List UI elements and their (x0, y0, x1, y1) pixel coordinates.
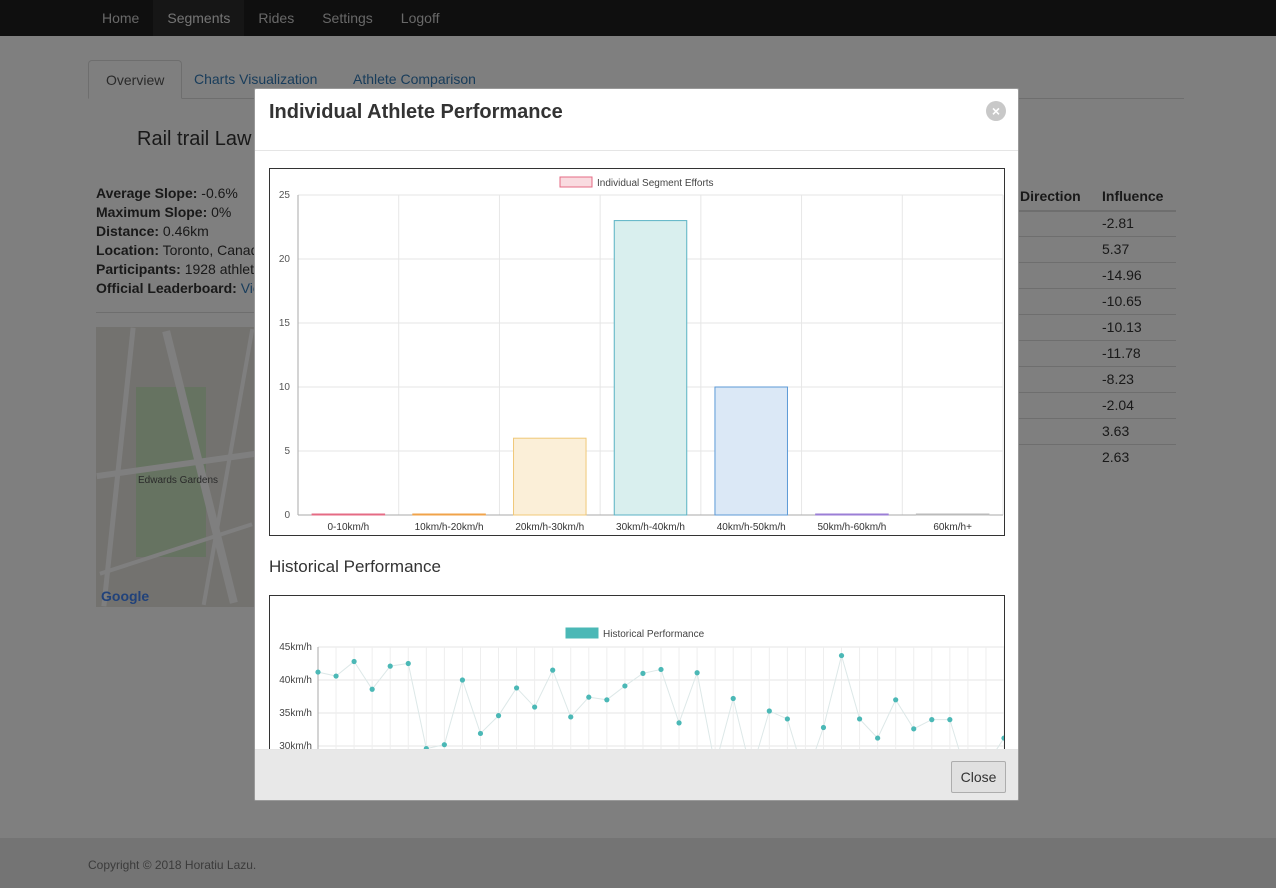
data-point (387, 663, 393, 669)
bar (915, 513, 990, 516)
data-point (911, 726, 917, 732)
data-point (550, 667, 556, 673)
x-tick-label: 30km/h-40km/h (616, 522, 685, 533)
segment-efforts-chart: Individual Segment Efforts 0 5 10 15 20 25 0-10… (269, 168, 1005, 536)
data-point (369, 686, 375, 692)
x-tick-label: 40km/h-50km/h (717, 522, 786, 533)
bar (513, 437, 587, 516)
close-circle-icon[interactable]: × (986, 101, 1006, 121)
y-tick-label: 40km/h (279, 675, 312, 686)
data-point (784, 716, 790, 722)
data-point (568, 714, 574, 720)
data-point (929, 717, 935, 723)
data-point (513, 685, 520, 691)
x-tick-label: 60km/h+ (933, 522, 972, 533)
data-point (351, 658, 357, 665)
bar (613, 220, 688, 516)
data-point (586, 694, 592, 700)
data-point (441, 742, 447, 748)
x-tick-label: 10km/h-20km/h (415, 522, 484, 533)
data-point (1001, 735, 1007, 741)
data-point (622, 683, 628, 689)
y-tick-label: 15 (279, 318, 291, 329)
x-tick-label: 0-10km/h (328, 522, 370, 533)
x-tick-label: 50km/h-60km/h (817, 522, 886, 533)
data-point (405, 660, 411, 667)
data-point (893, 697, 899, 703)
legend-label: Individual Segment Efforts (597, 178, 714, 189)
y-tick-label: 35km/h (279, 708, 312, 719)
bar (311, 513, 386, 516)
y-tick-label: 5 (284, 446, 290, 457)
data-point (658, 666, 664, 673)
y-tick-label: 25 (279, 190, 291, 201)
modal-footer: Close (255, 749, 1018, 800)
athlete-performance-modal: Individual Athlete Performance × Individ… (254, 88, 1019, 801)
data-point (820, 724, 827, 731)
data-point (315, 669, 321, 675)
legend-label: Historical Performance (603, 629, 705, 640)
data-point (333, 673, 339, 679)
data-point (495, 713, 502, 719)
close-button[interactable]: Close (951, 761, 1006, 793)
modal-header: Individual Athlete Performance × (255, 89, 1018, 151)
bar-chart-svg: Individual Segment Efforts 0 5 10 15 20 25 0-10… (279, 176, 1004, 533)
data-point (604, 697, 610, 703)
data-point (640, 670, 646, 676)
data-point (477, 730, 484, 737)
y-tick-label: 30km/h (279, 741, 312, 749)
historical-performance-chart: Historical Performance 30km/h 35km/h 40km/h… (269, 595, 1007, 749)
bar (714, 386, 788, 516)
data-point (532, 704, 538, 710)
data-point (730, 695, 736, 702)
bar (815, 513, 889, 516)
y-tick-label: 0 (284, 510, 290, 521)
data-point (766, 708, 772, 714)
bar (412, 513, 486, 516)
legend-swatch (565, 627, 599, 639)
modal-title: Individual Athlete Performance (269, 101, 563, 123)
data-point (676, 720, 682, 726)
data-point (838, 652, 845, 659)
data-point (875, 735, 881, 741)
data-point (694, 670, 700, 676)
modal-body[interactable]: Individual Segment Efforts 0 5 10 15 20 25 0-10… (255, 152, 1018, 749)
data-point (856, 716, 863, 722)
legend-swatch (559, 176, 593, 188)
line-chart-svg: Historical Performance 30km/h 35km/h 40km/h… (279, 627, 1007, 749)
x-tick-label: 20km/h-30km/h (515, 522, 584, 533)
y-tick-label: 20 (279, 254, 291, 265)
historical-performance-title: Historical Performance (269, 557, 441, 576)
data-point (459, 677, 466, 683)
data-point (947, 717, 953, 723)
y-tick-label: 45km/h (279, 642, 312, 653)
y-tick-label: 10 (279, 382, 291, 393)
